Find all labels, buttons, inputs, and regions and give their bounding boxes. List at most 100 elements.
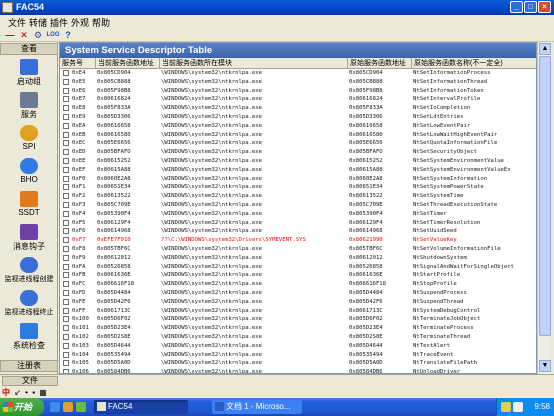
row-checkbox[interactable] bbox=[63, 193, 69, 200]
table-row[interactable]: 0xF1 0x80651E34 \WINDOWS\system32\ntkrnlpa… bbox=[60, 183, 536, 192]
close-button[interactable]: × bbox=[538, 1, 551, 13]
table-row[interactable]: 0xF2 0x80613522 \WINDOWS\system32\ntkrnlpa… bbox=[60, 192, 536, 201]
sidebar-item-message-hook[interactable]: 消息钩子 bbox=[0, 224, 58, 252]
ime-chinese-icon[interactable]: 中 bbox=[2, 388, 10, 397]
sidebar-item-registry[interactable]: 注册表 bbox=[0, 360, 58, 372]
sidebar-item-monitor-create[interactable]: 监视进线程创建 bbox=[0, 257, 58, 284]
table-row[interactable]: 0x101 0x805D23E4 \WINDOWS\system32\ntkrnlp… bbox=[60, 324, 536, 333]
sidebar-item-monitor-terminate[interactable]: 监视进线程终止 bbox=[0, 290, 58, 317]
quicklaunch-media-icon[interactable] bbox=[76, 402, 86, 412]
log-icon[interactable]: LOG bbox=[45, 29, 61, 41]
row-checkbox[interactable] bbox=[63, 122, 69, 129]
table-row[interactable]: 0x102 0x805D2S8E \WINDOWS\system32\ntkrnlp… bbox=[60, 333, 536, 342]
ime-fullwidth-icon[interactable]: ▪ bbox=[32, 388, 35, 397]
scroll-up-arrow-icon[interactable]: ▲ bbox=[539, 43, 551, 55]
row-checkbox[interactable] bbox=[63, 342, 69, 349]
row-checkbox[interactable] bbox=[63, 351, 69, 358]
table-row[interactable]: 0xEB 0x80616580 \WINDOWS\system32\ntkrnlpa… bbox=[60, 131, 536, 140]
ime-softkeyboard-icon[interactable]: ▦ bbox=[39, 388, 47, 397]
row-checkbox[interactable] bbox=[63, 281, 69, 288]
ime-toolbar[interactable]: 中 ↙ • ▪ ▦ bbox=[2, 387, 49, 398]
quicklaunch-folder-icon[interactable] bbox=[63, 402, 73, 412]
table-row[interactable]: 0xF8 0x805TBF6C \WINDOWS\system32\ntkrnlpa… bbox=[60, 245, 536, 254]
column-header-current-address[interactable]: 当前服务函数地址 bbox=[96, 58, 160, 69]
taskbar-item-word[interactable]: 文档 1 - Microso... bbox=[212, 400, 302, 414]
row-checkbox[interactable] bbox=[63, 96, 69, 103]
table-row[interactable]: 0x104 0x80535494 \WINDOWS\system32\ntkrnlp… bbox=[60, 351, 536, 360]
table-row[interactable]: 0x100 0x805D6F02 \WINDOWS\system32\ntkrnlp… bbox=[60, 315, 536, 324]
table-row[interactable]: 0xEA 0x80616658 \WINDOWS\system32\ntkrnlpa… bbox=[60, 122, 536, 131]
row-checkbox[interactable] bbox=[63, 166, 69, 173]
table-row[interactable]: 0xE4 0x805CD904 \WINDOWS\system32\ntkrnlpa… bbox=[60, 69, 536, 78]
row-checkbox[interactable] bbox=[63, 325, 69, 332]
table-row[interactable]: 0xF9 0x80612012 \WINDOWS\system32\ntkrnlpa… bbox=[60, 254, 536, 263]
table-row[interactable]: 0xF3 0x805C709E \WINDOWS\system32\ntkrnlpa… bbox=[60, 201, 536, 210]
table-row[interactable]: 0xED 0x805BFAFO \WINDOWS\system32\ntkrnlpa… bbox=[60, 148, 536, 157]
minimize-button[interactable]: _ bbox=[510, 1, 523, 13]
help-icon[interactable]: ? bbox=[62, 29, 74, 41]
sidebar-item-system-check[interactable]: 系统检查 bbox=[0, 323, 58, 351]
row-checkbox[interactable] bbox=[63, 202, 69, 208]
table-row[interactable]: 0xF4 0x805390F4 \WINDOWS\system32\ntkrnlpa… bbox=[60, 210, 536, 219]
row-checkbox[interactable] bbox=[63, 360, 69, 367]
sidebar-item-ssdt[interactable]: SSDT bbox=[0, 191, 58, 217]
row-checkbox[interactable] bbox=[63, 78, 69, 85]
maximize-button[interactable]: □ bbox=[524, 1, 537, 13]
table-row[interactable]: 0x105 0x805D5A0D \WINDOWS\system32\ntkrnlp… bbox=[60, 359, 536, 368]
ime-arrow-icon[interactable]: ↙ bbox=[14, 388, 21, 397]
row-checkbox[interactable] bbox=[63, 246, 69, 252]
table-row[interactable]: 0x103 0x805D4644 \WINDOWS\system32\ntkrnlp… bbox=[60, 342, 536, 351]
column-header-original-address[interactable]: 原始服务函数地址 bbox=[348, 58, 412, 69]
table-row[interactable]: 0xFE 0x805D42F6 \WINDOWS\system32\ntkrnlpa… bbox=[60, 298, 536, 307]
table-row[interactable]: 0xEC 0x805E6656 \WINDOWS\system32\ntkrnlpa… bbox=[60, 139, 536, 148]
table-row[interactable]: 0xFF 0x8061713C \WINDOWS\system32\ntkrnlpa… bbox=[60, 307, 536, 316]
row-checkbox[interactable] bbox=[63, 334, 69, 340]
sidebar-item-spi[interactable]: SPI bbox=[0, 125, 58, 151]
table-row[interactable]: 0xFA 0x80526858 \WINDOWS\system32\ntkrnlpa… bbox=[60, 263, 536, 272]
ime-punct-icon[interactable]: • bbox=[25, 388, 28, 397]
row-checkbox[interactable] bbox=[63, 105, 69, 112]
row-checkbox[interactable] bbox=[63, 219, 69, 226]
tray-network-icon[interactable] bbox=[501, 402, 511, 412]
table-row[interactable]: 0xFD 0x805D4484 \WINDOWS\system32\ntkrnlpa… bbox=[60, 289, 536, 298]
tray-volume-icon[interactable] bbox=[513, 402, 523, 412]
table-row[interactable]: 0xF7 0xEFE7F910 ??\C:\WINDOWS\system32\Dri… bbox=[60, 236, 536, 245]
row-checkbox[interactable] bbox=[63, 184, 69, 191]
row-checkbox[interactable] bbox=[63, 87, 69, 94]
row-checkbox[interactable] bbox=[63, 140, 69, 147]
row-checkbox[interactable] bbox=[63, 298, 69, 305]
row-checkbox[interactable] bbox=[63, 158, 69, 164]
row-checkbox[interactable] bbox=[63, 228, 69, 235]
close-x-icon[interactable]: ✕ bbox=[18, 29, 30, 41]
row-checkbox[interactable] bbox=[63, 272, 69, 279]
taskbar-item-fac54[interactable]: FAC54 bbox=[94, 400, 188, 414]
plugin-icon[interactable]: ⚙ bbox=[32, 29, 44, 41]
table-row[interactable]: 0xE5 0x805CB888 \WINDOWS\system32\ntkrnlpa… bbox=[60, 78, 536, 87]
row-checkbox[interactable] bbox=[63, 307, 69, 314]
column-header-service-number[interactable]: 服务号 bbox=[60, 58, 96, 69]
row-checkbox[interactable] bbox=[63, 290, 69, 296]
column-header-original-name[interactable]: 原始服务函数名称(不一定全) bbox=[412, 58, 536, 69]
table-row[interactable]: 0xEF 0x80615A88 \WINDOWS\system32\ntkrnlpa… bbox=[60, 166, 536, 175]
scroll-thumb[interactable] bbox=[539, 56, 551, 336]
row-checkbox[interactable] bbox=[63, 70, 69, 76]
table-row[interactable]: 0xE8 0x805F833A \WINDOWS\system32\ntkrnlpa… bbox=[60, 104, 536, 113]
row-checkbox[interactable] bbox=[63, 254, 69, 261]
row-checkbox[interactable] bbox=[63, 210, 69, 217]
quicklaunch-ie-icon[interactable] bbox=[50, 402, 60, 412]
table-row[interactable]: 0xF6 0x80614968 \WINDOWS\system32\ntkrnlpa… bbox=[60, 227, 536, 236]
table-row[interactable]: 0xFC 0x806616F18 \WINDOWS\system32\ntkrnlp… bbox=[60, 280, 536, 289]
table-row[interactable]: 0xE6 0x805F98B8 \WINDOWS\system32\ntkrnlpa… bbox=[60, 87, 536, 96]
row-checkbox[interactable] bbox=[63, 131, 69, 138]
table-row[interactable]: 0xF0 0x8060E2A8 \WINDOWS\system32\ntkrnlpa… bbox=[60, 175, 536, 184]
sidebar-item-services[interactable]: 服务 bbox=[0, 92, 58, 120]
minus-icon[interactable]: — bbox=[4, 29, 16, 41]
table-row[interactable]: 0xFB 0x8061636E \WINDOWS\system32\ntkrnlpa… bbox=[60, 271, 536, 280]
sidebar-item-bho[interactable]: BHO bbox=[0, 158, 58, 184]
start-button[interactable]: 开始 bbox=[0, 398, 44, 416]
row-checkbox[interactable] bbox=[63, 316, 69, 323]
table-row[interactable]: 0xE7 0x80616824 \WINDOWS\system32\ntkrnlpa… bbox=[60, 95, 536, 104]
vertical-scrollbar[interactable]: ▲ ▼ bbox=[537, 42, 551, 374]
scroll-down-arrow-icon[interactable]: ▼ bbox=[539, 360, 551, 372]
sidebar-item-startup-group[interactable]: 启动组 bbox=[0, 59, 58, 87]
